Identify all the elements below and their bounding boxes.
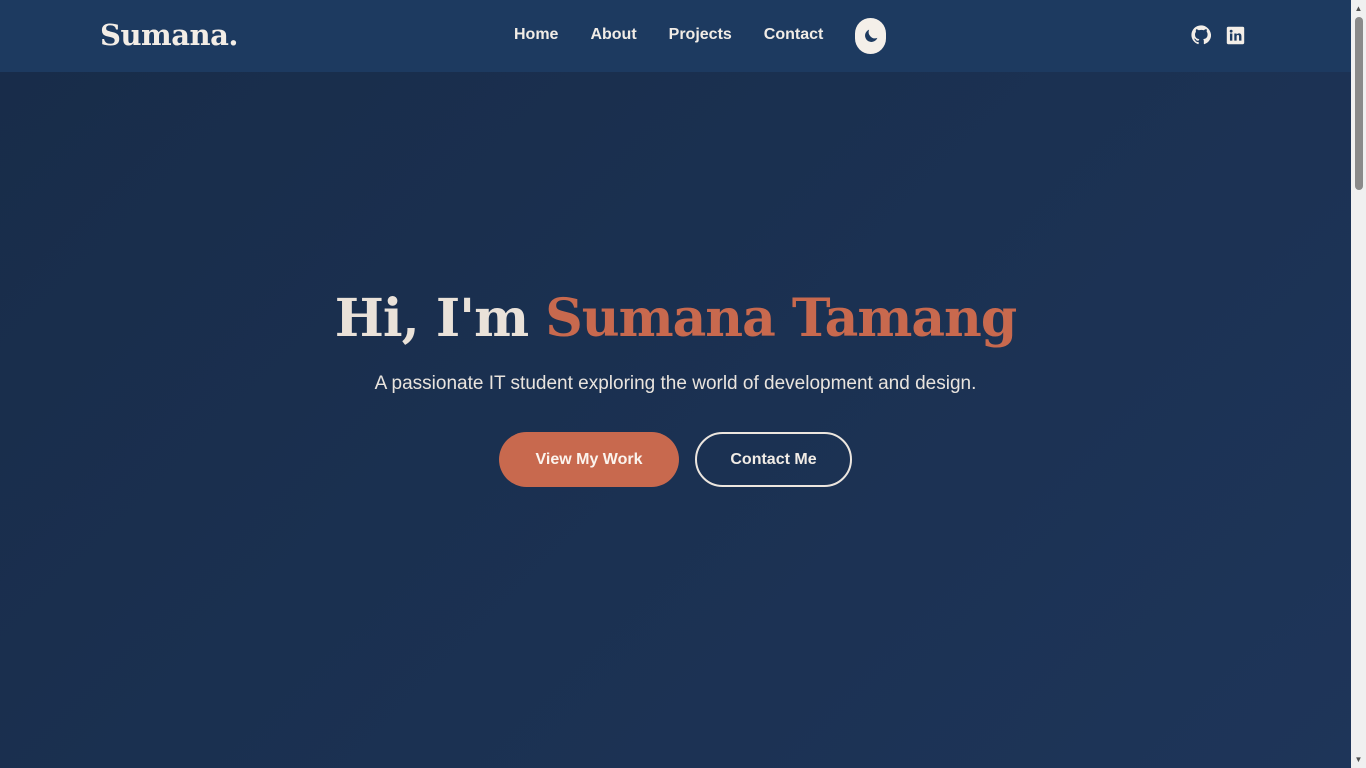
hero-greeting: Hi, I'm: [334, 288, 546, 349]
nav-links: Home About Projects Contact: [514, 24, 823, 46]
linkedin-icon: [1226, 26, 1244, 44]
view-my-work-button[interactable]: View My Work: [499, 432, 679, 487]
scroll-down-arrow-icon[interactable]: ▼: [1351, 751, 1366, 768]
github-link[interactable]: [1190, 24, 1212, 46]
theme-toggle-button[interactable]: [855, 18, 886, 54]
navbar: Sumana. Home About Projects Contact: [0, 0, 1351, 72]
vertical-scrollbar[interactable]: ▲ ▼: [1351, 0, 1366, 768]
github-icon: [1191, 25, 1211, 45]
linkedin-link[interactable]: [1224, 24, 1246, 46]
contact-me-button[interactable]: Contact Me: [695, 432, 852, 487]
hero-name: Sumana Tamang: [545, 288, 1017, 349]
moon-icon: [864, 29, 877, 42]
hero-subtitle: A passionate IT student exploring the wo…: [374, 373, 977, 394]
nav-link-home[interactable]: Home: [514, 24, 558, 46]
site-logo[interactable]: Sumana.: [100, 18, 238, 52]
nav-link-about[interactable]: About: [590, 24, 636, 46]
nav-link-contact[interactable]: Contact: [764, 24, 824, 46]
scrollbar-thumb[interactable]: [1355, 17, 1363, 190]
hero-title: Hi, I'm Sumana Tamang: [0, 284, 1351, 354]
nav-link-projects[interactable]: Projects: [669, 24, 732, 46]
scroll-up-arrow-icon[interactable]: ▲: [1351, 0, 1366, 17]
hero-section: Hi, I'm Sumana Tamang A passionate IT st…: [0, 72, 1351, 768]
